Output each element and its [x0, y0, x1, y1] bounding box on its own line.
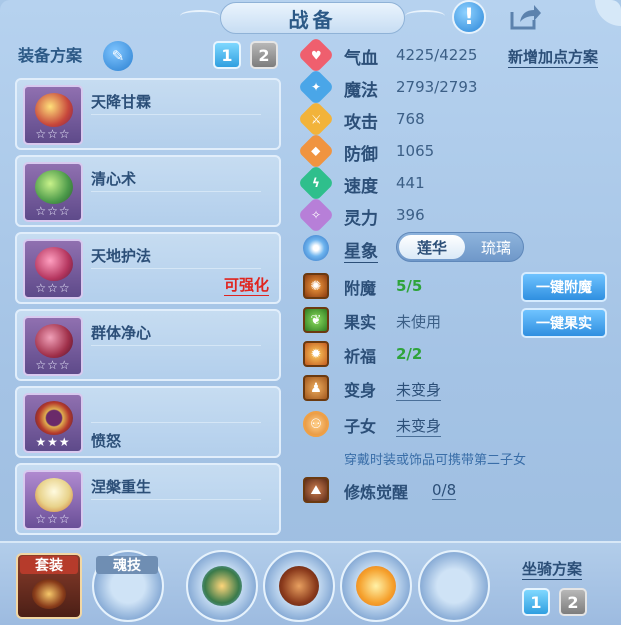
ability-value-blessing: 2/2: [396, 345, 423, 363]
star-rating: ★★★: [35, 435, 71, 449]
star-rating: ☆☆☆: [35, 204, 71, 218]
stat-value-spirit: 396: [396, 206, 425, 224]
ability-value-enchant: 5/5: [396, 277, 423, 295]
title-bar: 战备: [220, 2, 405, 34]
stat-value-speed: 441: [396, 174, 425, 192]
ability-label-transform: 变身: [344, 381, 377, 400]
info-icon[interactable]: !: [452, 0, 486, 34]
equip-name: 天降甘霖: [91, 93, 152, 111]
battle-prep-panel: 战备 ! 装备方案 ✎ 1 2 ☆☆☆ 天降甘霖 ☆☆☆ 清心术 ☆☆☆ 天地护…: [0, 0, 621, 625]
child-icon: ⚇: [303, 411, 329, 437]
ability-value-child[interactable]: 未变身: [396, 415, 442, 437]
fruit-icon: ❦: [303, 307, 329, 333]
empty-skill-slot[interactable]: [418, 550, 490, 622]
blessing-icon: ✹: [303, 341, 329, 367]
equip-row[interactable]: ☆☆☆ 涅槃重生: [15, 463, 281, 535]
divider: [91, 268, 261, 269]
equip-plan-heading: 装备方案: [18, 46, 83, 65]
equip-icon: ★★★: [23, 393, 83, 453]
equip-name: 天地护法: [91, 247, 152, 265]
skill-slot[interactable]: [186, 550, 258, 622]
divider: [91, 499, 261, 500]
cultivation-icon: ⛰: [303, 477, 329, 503]
defense-icon: ◆: [297, 132, 335, 170]
share-icon[interactable]: [508, 0, 542, 34]
equip-plan-tab-2[interactable]: 2: [250, 41, 278, 69]
star-image-option-lotus[interactable]: 莲华: [399, 235, 465, 259]
ability-label-child: 子女: [344, 417, 377, 436]
stat-value-attack: 768: [396, 110, 425, 128]
cultivation-label: 修炼觉醒: [344, 483, 409, 502]
ability-label-fruit: 果实: [344, 313, 377, 332]
equip-icon: ☆☆☆: [23, 85, 83, 145]
equip-row[interactable]: ☆☆☆ 清心术: [15, 155, 281, 227]
hp-icon: ♥: [297, 36, 335, 74]
ability-label-blessing: 祈福: [344, 347, 377, 366]
suit-label[interactable]: 套装: [20, 556, 78, 574]
transform-icon: ♟: [303, 375, 329, 401]
ability-label-enchant: 附魔: [344, 279, 377, 298]
star-rating: ☆☆☆: [35, 281, 71, 295]
ability-value-transform[interactable]: 未变身: [396, 379, 442, 401]
stat-label-spirit: 灵力: [344, 209, 378, 229]
divider: [91, 345, 261, 346]
equip-row[interactable]: ☆☆☆ 群体净心: [15, 309, 281, 381]
star-image-label[interactable]: 星象: [344, 237, 378, 263]
corner-ornament: [595, 0, 621, 26]
stat-label-attack: 攻击: [344, 113, 378, 133]
divider: [91, 422, 261, 423]
star-image-toggle[interactable]: 莲华 琉璃: [396, 232, 524, 262]
divider: [91, 114, 261, 115]
soul-skill-label[interactable]: 魂技: [96, 556, 158, 574]
stat-value-mp: 2793/2793: [396, 78, 478, 96]
enchant-icon: ✺: [303, 273, 329, 299]
stat-value-defense: 1065: [396, 142, 435, 160]
equip-icon: ☆☆☆: [23, 162, 83, 222]
attack-icon: ⚔: [297, 100, 335, 138]
divider: [91, 191, 261, 192]
one-click-fruit-button[interactable]: 一键果实: [521, 308, 607, 338]
stat-label-defense: 防御: [344, 145, 378, 165]
equip-name: 清心术: [91, 170, 137, 188]
title-ornament-left: [180, 10, 220, 22]
star-rating: ☆☆☆: [35, 127, 71, 141]
mount-plan-tab-2[interactable]: 2: [559, 588, 587, 616]
star-rating: ☆☆☆: [35, 512, 71, 526]
stat-label-speed: 速度: [344, 177, 378, 197]
equip-name: 群体净心: [91, 324, 152, 342]
spirit-icon: ✧: [297, 196, 335, 234]
page-title: 战备: [288, 7, 337, 32]
ability-value-fruit: 未使用: [396, 313, 442, 331]
equip-row[interactable]: ☆☆☆ 天地护法 可强化: [15, 232, 281, 304]
equip-name: 涅槃重生: [91, 478, 152, 496]
stat-label-mp: 魔法: [344, 81, 378, 101]
one-click-enchant-button[interactable]: 一键附魔: [521, 272, 607, 302]
edit-icon[interactable]: ✎: [103, 41, 133, 71]
skill-slot[interactable]: [340, 550, 412, 622]
stat-value-hp: 4225/4225: [396, 46, 478, 64]
equip-icon: ☆☆☆: [23, 316, 83, 376]
enhance-link[interactable]: 可强化: [223, 274, 269, 296]
star-image-option-glaze[interactable]: 琉璃: [469, 235, 523, 259]
cultivation-value[interactable]: 0/8: [432, 481, 457, 500]
skill-slot[interactable]: [263, 550, 335, 622]
mp-icon: ✦: [297, 68, 335, 106]
mount-plan-tab-1[interactable]: 1: [522, 588, 550, 616]
title-ornament-right: [405, 10, 445, 22]
equip-plan-tab-1[interactable]: 1: [213, 41, 241, 69]
add-point-plan-link[interactable]: 新增加点方案: [508, 46, 599, 68]
mount-plan-link[interactable]: 坐骑方案: [522, 558, 583, 580]
star-image-icon: [303, 235, 329, 261]
equip-row[interactable]: ☆☆☆ 天降甘霖: [15, 78, 281, 150]
equip-row[interactable]: ★★★ 愤怒: [15, 386, 281, 458]
second-child-hint: 穿戴时装或饰品可携带第二子女: [344, 453, 527, 468]
stat-label-hp: 气血: [344, 49, 378, 69]
equip-name: 愤怒: [91, 432, 122, 450]
equip-icon: ☆☆☆: [23, 470, 83, 530]
star-rating: ☆☆☆: [35, 358, 71, 372]
speed-icon: ϟ: [297, 164, 335, 202]
equip-icon: ☆☆☆: [23, 239, 83, 299]
